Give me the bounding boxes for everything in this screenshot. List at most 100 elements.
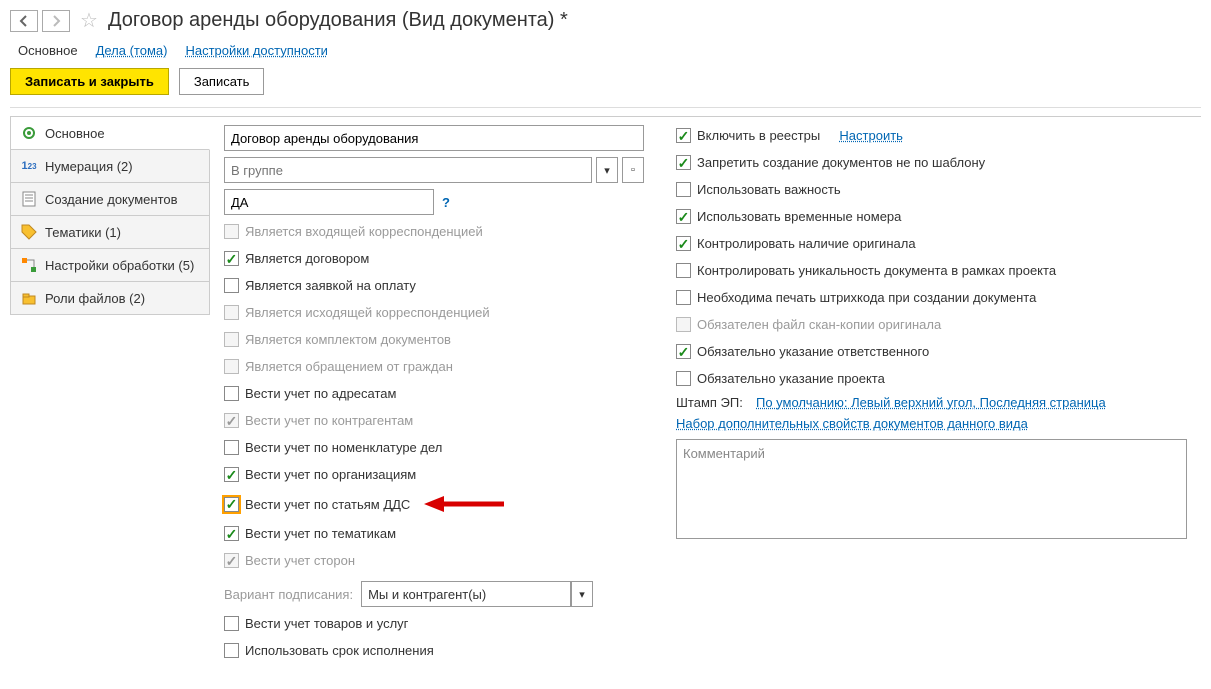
check-goods[interactable]: Вести учет товаров и услуг xyxy=(224,613,644,634)
sidebar-item-creation[interactable]: Создание документов xyxy=(10,183,210,216)
fileroles-icon xyxy=(21,290,37,306)
page-title: Договор аренды оборудования (Вид докумен… xyxy=(108,9,568,32)
save-close-button[interactable]: Записать и закрыть xyxy=(10,68,169,95)
check-importance[interactable]: Использовать важность xyxy=(676,179,1187,200)
open-button[interactable]: ▫ xyxy=(622,157,644,183)
sign-variant-select[interactable] xyxy=(361,581,571,607)
check-responsible[interactable]: Обязательно указание ответственного xyxy=(676,341,1187,362)
check-label: Вести учет товаров и услуг xyxy=(245,616,408,631)
sidebar-item-fileroles[interactable]: Роли файлов (2) xyxy=(10,282,210,315)
check-uniqueness[interactable]: Контролировать уникальность документа в … xyxy=(676,260,1187,281)
check-label: Вести учет сторон xyxy=(245,553,355,568)
stamp-link[interactable]: По умолчанию: Левый верхний угол, Послед… xyxy=(756,395,1106,410)
topbar: ☆ Договор аренды оборудования (Вид докум… xyxy=(10,8,1201,33)
check-deadline[interactable]: Использовать срок исполнения xyxy=(224,640,644,661)
checkbox xyxy=(224,413,239,428)
checkbox[interactable] xyxy=(224,386,239,401)
check-addressee[interactable]: Вести учет по адресатам xyxy=(224,383,644,404)
checkbox[interactable] xyxy=(676,236,691,251)
checkbox[interactable] xyxy=(224,616,239,631)
name-field[interactable] xyxy=(224,125,644,151)
checkbox xyxy=(224,224,239,239)
check-label: Является обращением от граждан xyxy=(245,359,453,374)
tab-cases[interactable]: Дела (тома) xyxy=(96,43,168,58)
check-dds[interactable]: Вести учет по статьям ДДС xyxy=(224,491,644,517)
code-field[interactable] xyxy=(224,189,434,215)
arrow-annotation xyxy=(424,494,504,514)
dropdown-button[interactable]: ▾ xyxy=(571,581,593,607)
addl-props-link[interactable]: Набор дополнительных свойств документов … xyxy=(676,416,1028,431)
check-label: Использовать важность xyxy=(697,182,841,197)
sidebar-item-processing[interactable]: Настройки обработки (5) xyxy=(10,249,210,282)
right-column: Включить в реестры Настроить Запретить с… xyxy=(676,125,1187,661)
nav-tabs: Основное Дела (тома) Настройки доступнос… xyxy=(10,39,1201,66)
sidebar-label: Создание документов xyxy=(45,192,178,207)
check-topic[interactable]: Вести учет по тематикам xyxy=(224,523,644,544)
sign-variant-label: Вариант подписания: xyxy=(224,587,353,602)
checkbox[interactable] xyxy=(676,263,691,278)
checkbox[interactable] xyxy=(676,128,691,143)
forward-button[interactable] xyxy=(42,10,70,32)
check-forbid-nontemplate[interactable]: Запретить создание документов не по шабл… xyxy=(676,152,1187,173)
document-icon xyxy=(21,191,37,207)
numbering-icon: 123 xyxy=(21,158,37,174)
group-field[interactable] xyxy=(224,157,592,183)
main-area: Основное 123 Нумерация (2) Создание доку… xyxy=(10,116,1201,669)
checkbox[interactable] xyxy=(224,467,239,482)
checkbox xyxy=(224,305,239,320)
checkbox[interactable] xyxy=(224,251,239,266)
tab-access[interactable]: Настройки доступности xyxy=(185,43,327,58)
back-button[interactable] xyxy=(10,10,38,32)
sidebar: Основное 123 Нумерация (2) Создание доку… xyxy=(10,117,210,669)
check-contract[interactable]: Является договором xyxy=(224,248,644,269)
gear-icon xyxy=(21,125,37,141)
checkbox[interactable] xyxy=(676,344,691,359)
comment-field[interactable]: Комментарий xyxy=(676,439,1187,539)
tag-icon xyxy=(21,224,37,240)
check-outgoing: Является исходящей корреспонденцией xyxy=(224,302,644,323)
checkbox[interactable] xyxy=(224,643,239,658)
configure-link[interactable]: Настроить xyxy=(839,128,903,143)
checkbox[interactable] xyxy=(224,440,239,455)
check-appeal: Является обращением от граждан xyxy=(224,356,644,377)
checkbox[interactable] xyxy=(224,526,239,541)
checkbox[interactable] xyxy=(676,371,691,386)
checkbox[interactable] xyxy=(224,497,239,512)
save-button[interactable]: Записать xyxy=(179,68,265,95)
help-icon[interactable]: ? xyxy=(442,195,450,210)
sidebar-label: Роли файлов (2) xyxy=(45,291,145,306)
checkbox[interactable] xyxy=(224,278,239,293)
check-project[interactable]: Обязательно указание проекта xyxy=(676,368,1187,389)
sidebar-item-topics[interactable]: Тематики (1) xyxy=(10,216,210,249)
check-nomenclature[interactable]: Вести учет по номенклатуре дел xyxy=(224,437,644,458)
sidebar-item-main[interactable]: Основное xyxy=(10,117,210,150)
sidebar-label: Основное xyxy=(45,126,105,141)
stamp-row: Штамп ЭП: По умолчанию: Левый верхний уг… xyxy=(676,395,1187,410)
check-control-original[interactable]: Контролировать наличие оригинала xyxy=(676,233,1187,254)
checkbox[interactable] xyxy=(676,155,691,170)
dropdown-button[interactable]: ▾ xyxy=(596,157,618,183)
check-label: Является исходящей корреспонденцией xyxy=(245,305,490,320)
stamp-label: Штамп ЭП: xyxy=(676,395,746,410)
addl-props-row: Набор дополнительных свойств документов … xyxy=(676,416,1187,431)
checkbox[interactable] xyxy=(676,182,691,197)
checkbox[interactable] xyxy=(676,290,691,305)
content: ▾ ▫ ? Является входящей корреспонденцией… xyxy=(210,117,1201,669)
check-label: Контролировать уникальность документа в … xyxy=(697,263,1056,278)
checkbox xyxy=(224,332,239,347)
sidebar-label: Нумерация (2) xyxy=(45,159,133,174)
check-label: Является комплектом документов xyxy=(245,332,451,347)
check-payment[interactable]: Является заявкой на оплату xyxy=(224,275,644,296)
sidebar-item-numbering[interactable]: 123 Нумерация (2) xyxy=(10,150,210,183)
tab-main[interactable]: Основное xyxy=(18,43,78,58)
check-barcode[interactable]: Необходима печать штрихкода при создании… xyxy=(676,287,1187,308)
check-scan-required: Обязателен файл скан-копии оригинала xyxy=(676,314,1187,335)
checkbox[interactable] xyxy=(676,209,691,224)
check-temp-numbers[interactable]: Использовать временные номера xyxy=(676,206,1187,227)
check-label: Необходима печать штрихкода при создании… xyxy=(697,290,1036,305)
check-label: Обязательно указание ответственного xyxy=(697,344,929,359)
check-label: Использовать срок исполнения xyxy=(245,643,434,658)
check-registry[interactable]: Включить в реестры Настроить xyxy=(676,125,1187,146)
check-org[interactable]: Вести учет по организациям xyxy=(224,464,644,485)
favorite-icon[interactable]: ☆ xyxy=(80,8,98,33)
